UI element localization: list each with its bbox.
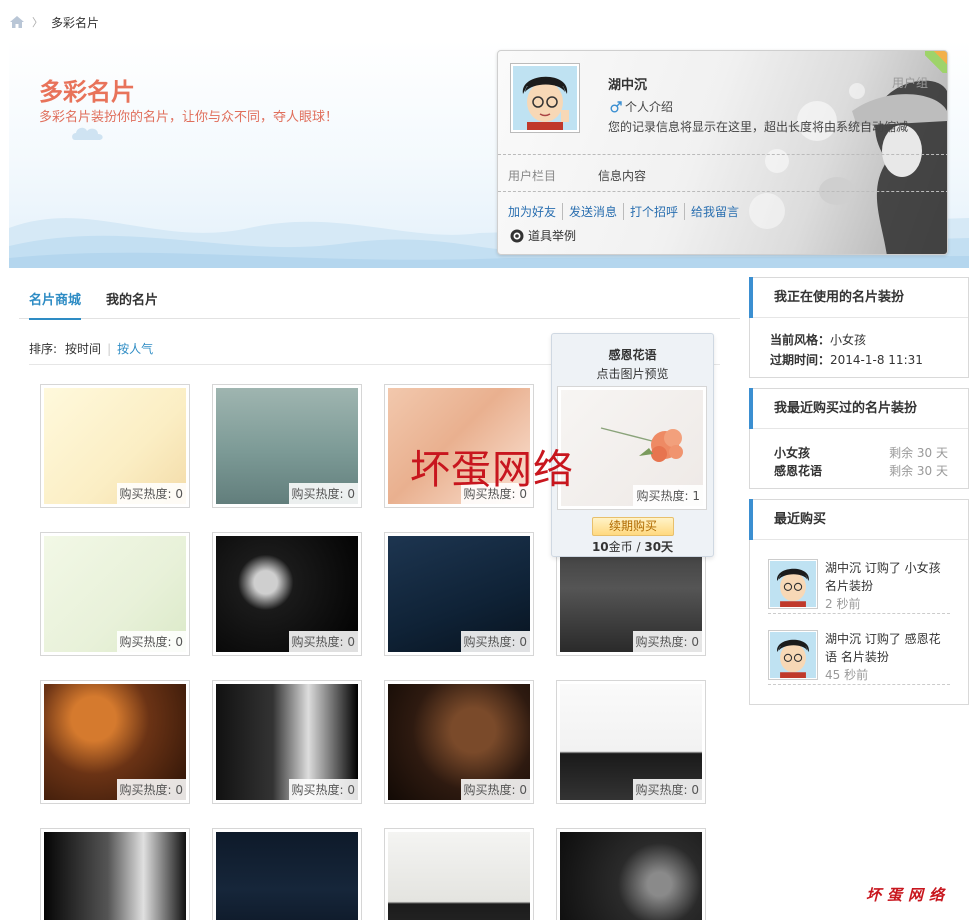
card-thumbnail[interactable]	[384, 828, 534, 920]
sort-divider: |	[107, 341, 112, 356]
purchase-heat: 购买热度: 0	[288, 779, 358, 800]
price-info: 10金币 / 30天	[591, 540, 674, 554]
box-title: 最近购买	[749, 499, 968, 540]
breadcrumb: 〉 多彩名片	[10, 12, 99, 32]
latest-purchases-box: 最近购买 湖中沉 订购了 小女孩 名片装扮 2 秒前 湖中沉 订购了 感恩花语 …	[749, 499, 969, 705]
item-name: 感恩花语	[774, 464, 823, 478]
card-tool-label: 道具举例	[528, 229, 577, 243]
box-title: 我正在使用的名片装扮	[749, 277, 968, 318]
card-thumbnail[interactable]	[556, 828, 706, 920]
card-actions: 加为好友 发送消息 打个招呼 给我留言	[508, 203, 745, 220]
send-message-link[interactable]: 发送消息	[562, 203, 623, 220]
sort-by-time[interactable]: 按时间	[65, 340, 101, 357]
current-style: 当前风格：小女孩	[770, 333, 867, 347]
purchase-heat: 购买热度: 0	[116, 779, 186, 800]
purchase-time: 2 秒前	[825, 597, 861, 611]
card-thumbnail[interactable]: 购买热度: 0	[384, 680, 534, 804]
card-tool-example[interactable]: 道具举例	[510, 227, 576, 244]
card-thumbnail[interactable]: 购买热度: 0	[212, 384, 362, 508]
tab-card-shop[interactable]: 名片商城	[29, 289, 82, 320]
purchase-heat: 购买热度: 0	[460, 779, 530, 800]
card-thumbnail[interactable]: 购买热度: 0	[384, 532, 534, 656]
renew-purchase-button[interactable]: 续期购买	[592, 517, 674, 536]
watermark: 坏蛋网络	[410, 447, 574, 493]
purchase-heat: 购买热度: 0	[288, 483, 358, 504]
purchase-heat: 购买热度: 0	[116, 631, 186, 652]
card-image	[44, 832, 186, 920]
card-image	[560, 832, 702, 920]
sort-by-popularity[interactable]: 按人气	[117, 340, 153, 357]
box-title: 我最近购买过的名片装扮	[749, 388, 968, 429]
card-thumbnail[interactable]: 购买热度: 0	[40, 384, 190, 508]
avatar[interactable]	[768, 559, 818, 609]
card-image	[216, 832, 358, 920]
item-remaining: 剩余 30 天	[889, 464, 948, 478]
eye-icon	[510, 229, 524, 242]
card-intro-label: 个人介绍	[625, 100, 674, 114]
purchase-heat: 购买热度: 0	[632, 779, 702, 800]
purchase-time: 45 秒前	[825, 668, 869, 682]
cloud-icon	[72, 127, 103, 140]
purchase-heat: 购买热度: 0	[116, 483, 186, 504]
card-thumbnail[interactable]: 购买热度: 0	[556, 680, 706, 804]
recent-cards-box: 我最近购买过的名片装扮 小女孩 剩余 30 天 感恩花语 剩余 30 天	[749, 388, 969, 489]
purchase-item: 湖中沉 订购了 感恩花语 名片装扮 45 秒前	[768, 630, 950, 685]
purchase-item: 湖中沉 订购了 小女孩 名片装扮 2 秒前	[768, 559, 950, 614]
purchase-heat: 购买热度: 0	[460, 631, 530, 652]
card-thumbnail[interactable]: 购买热度: 0	[212, 680, 362, 804]
breadcrumb-separator: 〉	[32, 16, 43, 29]
card-field-value: 信息内容	[598, 169, 647, 183]
card-usergroup: 用户组	[892, 76, 929, 90]
home-icon[interactable]	[10, 16, 24, 28]
profile-card-preview: 湖中沉 用户组 个人介绍 您的记录信息将显示在这里，超出长度将由系统自动缩减 用…	[497, 50, 948, 255]
popup-hint: 点击图片预览	[596, 367, 669, 381]
corner-watermark: 坏蛋网络	[866, 886, 951, 904]
purchase-text[interactable]: 湖中沉 订购了 小女孩 名片装扮	[825, 559, 945, 595]
card-preview-popup: 感恩花语 点击图片预览 购买热度: 1 续期购买 10金币 / 30天	[551, 333, 714, 557]
card-intro: 个人介绍	[610, 98, 673, 115]
card-thumbnail[interactable]: 购买热度: 0	[40, 680, 190, 804]
sort-label: 排序:	[29, 342, 58, 356]
purchase-heat: 购买热度: 0	[288, 631, 358, 652]
add-friend-link[interactable]: 加为好友	[508, 203, 562, 220]
purchase-heat: 购买热度: 0	[632, 631, 702, 652]
expire-time: 过期时间：2014-1-8 11:31	[770, 353, 923, 367]
leave-comment-link[interactable]: 给我留言	[684, 203, 745, 220]
card-corner-badge	[925, 51, 947, 73]
banner-subtitle: 多彩名片装扮你的名片，让你与众不同，夺人眼球！	[39, 110, 339, 125]
page: 〉 多彩名片 多彩名片 多彩名片装扮你的名片，让你与众不同，夺人眼球！ 湖中沉 …	[0, 0, 979, 920]
list-item[interactable]: 小女孩 剩余 30 天	[774, 444, 948, 461]
card-image	[388, 832, 530, 920]
card-thumbnail[interactable]: 购买热度: 0	[212, 532, 362, 656]
card-thumbnail[interactable]	[40, 828, 190, 920]
divider	[498, 154, 947, 155]
avatar[interactable]	[510, 63, 580, 133]
purchase-text[interactable]: 湖中沉 订购了 感恩花语 名片装扮	[825, 630, 945, 666]
card-username[interactable]: 湖中沉	[608, 74, 647, 93]
popup-title: 感恩花语	[608, 348, 657, 362]
list-item[interactable]: 感恩花语 剩余 30 天	[774, 462, 948, 479]
card-field-label: 用户栏目	[508, 169, 557, 183]
say-hello-link[interactable]: 打个招呼	[623, 203, 684, 220]
card-thumbnail[interactable]: 购买热度: 0	[40, 532, 190, 656]
popup-card-thumbnail[interactable]: 购买热度: 1	[557, 386, 707, 510]
sort-bar: 排序: 按时间 | 按人气	[29, 340, 153, 357]
item-remaining: 剩余 30 天	[889, 446, 948, 460]
current-card-box: 我正在使用的名片装扮 当前风格：小女孩 过期时间：2014-1-8 11:31	[749, 277, 969, 378]
tab-my-cards[interactable]: 我的名片	[106, 289, 158, 318]
avatar-image	[513, 66, 577, 130]
card-description: 您的记录信息将显示在这里，超出长度将由系统自动缩减	[608, 120, 909, 134]
item-name: 小女孩	[774, 446, 811, 460]
tab-bar: 名片商城 我的名片	[19, 279, 740, 320]
male-icon	[610, 100, 622, 112]
divider	[498, 191, 947, 192]
purchase-heat: 购买热度: 1	[633, 485, 703, 506]
banner-title: 多彩名片	[39, 78, 135, 106]
avatar[interactable]	[768, 630, 818, 680]
breadcrumb-current: 多彩名片	[51, 15, 100, 30]
card-thumbnail[interactable]	[212, 828, 362, 920]
